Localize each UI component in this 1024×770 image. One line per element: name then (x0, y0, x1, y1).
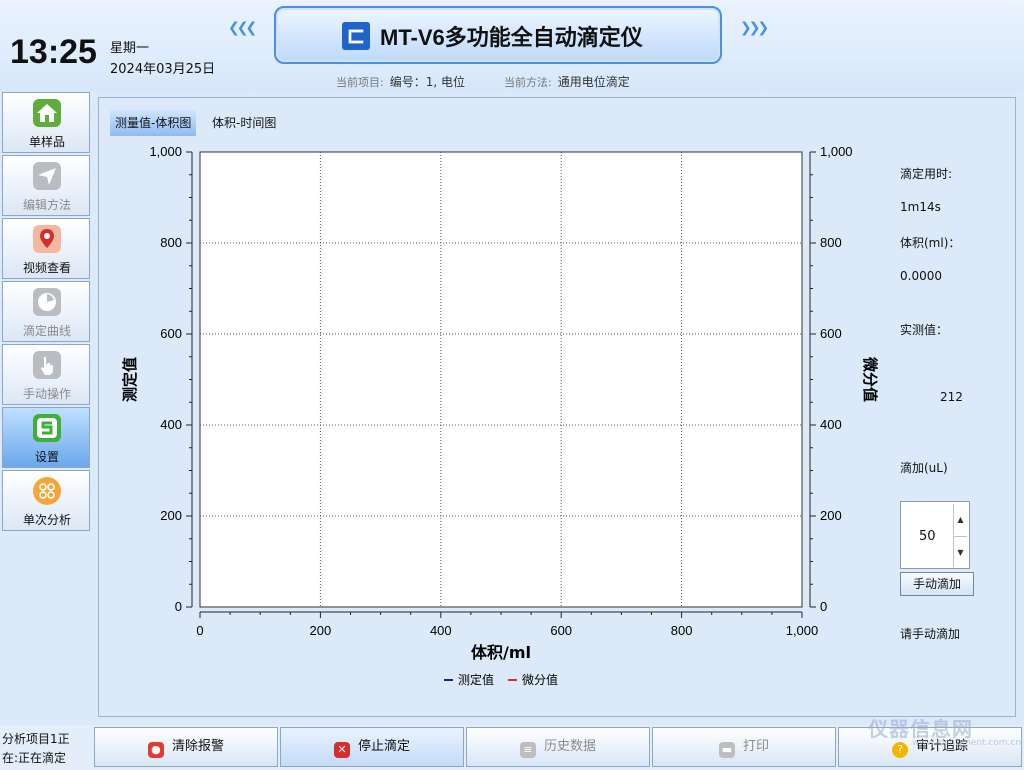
y-tick-label: 600 (160, 326, 182, 341)
y-tick-label: 200 (160, 508, 182, 523)
y2-axis-label: 微分值 (861, 356, 879, 402)
clear-alarm-button[interactable]: ● 清除报警 (94, 727, 278, 767)
y-axis-label: 测定值 (121, 357, 139, 402)
x-tick-label: 1,000 (786, 623, 819, 638)
history-data-button[interactable]: ≡ 历史数据 (466, 727, 650, 767)
location-pin-icon (33, 225, 61, 253)
sidebar-item-label: 单次分析 (22, 513, 71, 527)
volume-value: 0.0000 (900, 269, 942, 283)
help-icon: ? (891, 742, 908, 758)
date: 2024年03月25日 (110, 62, 216, 77)
sidebar-item-titration-curve[interactable]: 滴定曲线 (2, 281, 90, 342)
volume-label: 体积(ml)： (900, 236, 961, 250)
printer-icon: ▬ (718, 742, 735, 758)
sidebar-item-single-sample[interactable]: 单样品 (2, 92, 90, 153)
add-volume-stepper[interactable]: 50 ▲ ▼ (900, 501, 970, 569)
sidebar-item-label: 手动操作 (22, 387, 71, 401)
document-icon: ≡ (519, 742, 536, 758)
clock-time: 13:25 (10, 33, 97, 71)
x-tick-label: 800 (671, 623, 693, 638)
settings-s-icon (33, 414, 61, 442)
y2-tick-label: 400 (820, 417, 842, 432)
sidebar-item-label: 设置 (34, 450, 59, 464)
titration-time-value: 1m14s (900, 200, 941, 214)
print-button[interactable]: ▬ 打印 (652, 727, 836, 767)
status-line-1: 分析项目1正 (2, 732, 70, 746)
brand-logo-icon: ⊏ (342, 22, 370, 50)
increment-icon[interactable]: ▲ (953, 504, 967, 535)
x-tick-label: 200 (310, 623, 332, 638)
top-bar: 13:25 星期一 2024年03月25日 ❮❮❮ ❯❯❯ ⊏ MT-V6多功能… (0, 0, 1024, 92)
stop-titration-button[interactable]: ✕ 停止滴定 (280, 727, 464, 767)
tab-volume-time[interactable]: 体积-时间图 (207, 110, 281, 136)
plot-area (199, 151, 803, 608)
x-axis-label: 体积/ml (471, 643, 531, 662)
y-tick-label: 1,000 (149, 144, 182, 159)
x-tick-label: 400 (430, 623, 452, 638)
legend-label: 微分值 (522, 672, 558, 687)
sidebar-item-edit-method[interactable]: 编辑方法 (2, 155, 90, 216)
x-tick-label: 0 (196, 623, 203, 638)
sidebar-item-label: 编辑方法 (22, 198, 71, 212)
chevron-right-icon: ❯❯❯ (740, 20, 769, 36)
y-tick-label: 800 (160, 235, 182, 250)
sidebar-item-video[interactable]: 视频查看 (2, 218, 90, 279)
clock-icon (33, 288, 61, 316)
y2-tick-label: 0 (820, 599, 827, 614)
sidebar-item-label: 视频查看 (22, 261, 71, 275)
y-tick-label: 0 (175, 599, 182, 614)
measured-label: 实测值： (900, 323, 949, 337)
y2-tick-label: 200 (820, 508, 842, 523)
y2-tick-label: 600 (820, 326, 842, 341)
decrement-icon[interactable]: ▼ (953, 536, 967, 567)
current-method: 当前方法: 通用电位滴定 (504, 75, 630, 89)
watermark-url: www.instrument.com.cn (912, 738, 1022, 748)
send-icon (33, 162, 61, 190)
titration-time-label: 滴定用时: (900, 167, 953, 181)
status-line-2: 在:正在滴定 (2, 751, 67, 765)
weekday: 星期一 (110, 41, 150, 56)
stop-icon: ✕ (333, 742, 350, 758)
manual-add-button[interactable]: 手动滴加 (900, 572, 974, 596)
sidebar-item-single-analysis[interactable]: 单次分析 (2, 470, 90, 531)
current-item: 当前项目: 编号：1, 电位 (336, 75, 465, 89)
tab-measure-volume[interactable]: 测量值-体积图 (110, 110, 197, 136)
sidebar-item-settings[interactable]: 设置 (2, 407, 90, 468)
grid-icon (33, 477, 61, 505)
hand-icon (33, 351, 61, 379)
add-volume-value: 50 (919, 529, 936, 544)
home-icon (33, 99, 61, 127)
sidebar: 单样品 编辑方法 视频查看 滴定曲线 手动操作 设置 单次分析 (2, 92, 90, 533)
sidebar-item-manual-operation[interactable]: 手动操作 (2, 344, 90, 405)
titration-chart: 02004006008001,00002004006008001,0000 200… (121, 144, 879, 687)
legend-label: 测定值 (458, 672, 494, 687)
title-banner: ⊏ MT-V6多功能全自动滴定仪 (274, 6, 722, 64)
y-tick-label: 400 (160, 417, 182, 432)
alarm-light-icon: ● (147, 742, 164, 758)
sidebar-item-label: 单样品 (28, 135, 65, 149)
x-tick-label: 600 (550, 623, 572, 638)
manual-add-prompt: 请手动滴加 (900, 627, 961, 641)
y2-tick-label: 1,000 (820, 144, 853, 159)
add-volume-label: 滴加(uL) (900, 461, 948, 475)
sidebar-item-label: 滴定曲线 (22, 324, 71, 338)
measured-value: 212 (940, 390, 963, 404)
y2-tick-label: 800 (820, 235, 842, 250)
chevron-left-icon: ❮❮❮ (228, 20, 257, 36)
app-title: MT-V6多功能全自动滴定仪 (380, 25, 643, 50)
